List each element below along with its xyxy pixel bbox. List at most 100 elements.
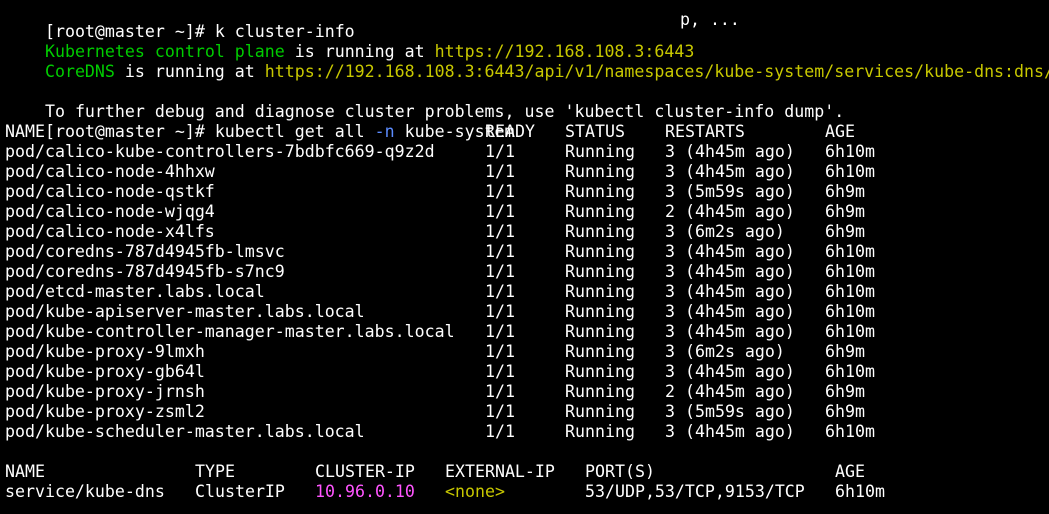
pod-name: pod/etcd-master.labs.local: [5, 282, 265, 301]
pod-status: Running: [565, 242, 635, 261]
pod-ready: 1/1: [485, 362, 515, 381]
table-row: pod/coredns-787d4945fb-s7nc9 1/1 Running…: [5, 262, 1045, 282]
header-age: AGE: [825, 122, 855, 141]
pod-restarts: 3 (4h45m ago): [665, 162, 795, 181]
service-type: ClusterIP: [195, 482, 285, 501]
pod-restarts: 2 (4h45m ago): [665, 382, 795, 401]
debug-message: To further debug and diagnose cluster pr…: [5, 82, 844, 121]
service-ports: 53/UDP,53/TCP,9153/TCP: [585, 482, 805, 501]
pod-ready: 1/1: [485, 162, 515, 181]
cluster-info-control-plane: Kubernetes control plane is running at h…: [5, 22, 694, 61]
cluster-info-coredns: CoreDNS is running at https://192.168.10…: [5, 42, 1049, 81]
pod-age: 6h9m: [825, 342, 865, 361]
table-row: pod/kube-apiserver-master.labs.local 1/1…: [5, 302, 1045, 322]
header-type: TYPE: [195, 462, 235, 481]
pod-ready: 1/1: [485, 302, 515, 321]
pod-age: 6h10m: [825, 142, 875, 161]
pod-status: Running: [565, 342, 635, 361]
pod-ready: 1/1: [485, 182, 515, 201]
table-row: pod/calico-node-wjqg4 1/1 Running 2 (4h4…: [5, 202, 1045, 222]
table-row: pod/kube-scheduler-master.labs.local 1/1…: [5, 422, 1045, 442]
header-status: STATUS: [565, 122, 625, 141]
table-row: service/kube-dns ClusterIP 10.96.0.10 <n…: [5, 482, 1045, 502]
pod-age: 6h10m: [825, 422, 875, 441]
pod-ready: 1/1: [485, 242, 515, 261]
pod-age: 6h9m: [825, 182, 865, 201]
pod-restarts: 2 (4h45m ago): [665, 202, 795, 221]
pod-status: Running: [565, 382, 635, 401]
pod-restarts: 3 (6m2s ago): [665, 342, 785, 361]
pod-name: pod/calico-node-x4lfs: [5, 222, 215, 241]
pod-name: pod/calico-node-wjqg4: [5, 202, 215, 221]
pod-name: pod/kube-proxy-jrnsh: [5, 382, 205, 401]
pod-restarts: 3 (4h45m ago): [665, 262, 795, 281]
header-name: NAME: [5, 462, 45, 481]
pod-ready: 1/1: [485, 322, 515, 341]
pod-ready: 1/1: [485, 262, 515, 281]
pod-restarts: 3 (4h45m ago): [665, 282, 795, 301]
pod-ready: 1/1: [485, 402, 515, 421]
pod-name: pod/kube-proxy-9lmxh: [5, 342, 205, 361]
service-cluster-ip: 10.96.0.10: [315, 482, 415, 501]
pod-age: 6h10m: [825, 322, 875, 341]
pod-age: 6h10m: [825, 302, 875, 321]
pod-ready: 1/1: [485, 142, 515, 161]
pod-age: 6h9m: [825, 202, 865, 221]
service-url[interactable]: https://192.168.108.3:6443/api/v1/namesp…: [265, 62, 1049, 81]
header-age: AGE: [835, 462, 865, 481]
pod-restarts: 3 (5m59s ago): [665, 402, 795, 421]
pod-ready: 1/1: [485, 202, 515, 221]
pod-name: pod/kube-controller-manager-master.labs.…: [5, 322, 455, 341]
pod-status: Running: [565, 142, 635, 161]
pod-status: Running: [565, 322, 635, 341]
pod-ready: 1/1: [485, 342, 515, 361]
table-row: pod/kube-proxy-jrnsh 1/1 Running 2 (4h45…: [5, 382, 1045, 402]
table-row: pod/coredns-787d4945fb-lmsvc 1/1 Running…: [5, 242, 1045, 262]
table-row: pod/kube-proxy-zsml2 1/1 Running 3 (5m59…: [5, 402, 1045, 422]
pod-restarts: 3 (6m2s ago): [665, 222, 785, 241]
pod-restarts: 3 (4h45m ago): [665, 322, 795, 341]
pod-status: Running: [565, 262, 635, 281]
table-row: pod/calico-node-4hhxw 1/1 Running 3 (4h4…: [5, 162, 1045, 182]
pod-restarts: 3 (4h45m ago): [665, 422, 795, 441]
pod-name: pod/calico-node-4hhxw: [5, 162, 215, 181]
header-restarts: RESTARTS: [665, 122, 745, 141]
pod-ready: 1/1: [485, 382, 515, 401]
pod-age: 6h10m: [825, 162, 875, 181]
info-text: is running at: [114, 62, 265, 81]
table-row: pod/kube-proxy-gb64l 1/1 Running 3 (4h45…: [5, 362, 1045, 382]
pod-age: 6h9m: [825, 402, 865, 421]
pod-status: Running: [565, 202, 635, 221]
pod-name: pod/kube-apiserver-master.labs.local: [5, 302, 365, 321]
pod-age: 6h9m: [825, 222, 865, 241]
pod-name: pod/calico-kube-controllers-7bdbfc669-q9…: [5, 142, 435, 161]
pod-name: pod/coredns-787d4945fb-s7nc9: [5, 262, 285, 281]
pod-status: Running: [565, 422, 635, 441]
pod-status: Running: [565, 362, 635, 381]
pod-restarts: 3 (4h45m ago): [665, 302, 795, 321]
service-name: CoreDNS: [44, 62, 115, 81]
table-row: pod/calico-node-qstkf 1/1 Running 3 (5m5…: [5, 182, 1045, 202]
table-row: pod/etcd-master.labs.local 1/1 Running 3…: [5, 282, 1045, 302]
pod-age: 6h10m: [825, 282, 875, 301]
terminal-window[interactable]: p, ... [root@master ~]# k cluster-info K…: [0, 0, 1049, 514]
pod-age: 6h10m: [825, 262, 875, 281]
pod-restarts: 3 (4h45m ago): [665, 362, 795, 381]
command-line-2: [root@master ~]# kubectl get all -n kube…: [5, 102, 515, 141]
service-age: 6h10m: [835, 482, 885, 501]
pod-ready: 1/1: [485, 422, 515, 441]
table-row: pod/calico-node-x4lfs 1/1 Running 3 (6m2…: [5, 222, 1045, 242]
pod-status: Running: [565, 402, 635, 421]
pod-name: pod/kube-scheduler-master.labs.local: [5, 422, 365, 441]
header-external-ip: EXTERNAL-IP: [445, 462, 555, 481]
pod-status: Running: [565, 282, 635, 301]
header-ready: READY: [485, 122, 535, 141]
table-row: pod/kube-proxy-9lmxh 1/1 Running 3 (6m2s…: [5, 342, 1045, 362]
pod-age: 6h10m: [825, 242, 875, 261]
pod-name: pod/kube-proxy-zsml2: [5, 402, 205, 421]
pod-status: Running: [565, 302, 635, 321]
pod-status: Running: [565, 162, 635, 181]
pod-status: Running: [565, 182, 635, 201]
pod-ready: 1/1: [485, 222, 515, 241]
pod-restarts: 3 (5m59s ago): [665, 182, 795, 201]
